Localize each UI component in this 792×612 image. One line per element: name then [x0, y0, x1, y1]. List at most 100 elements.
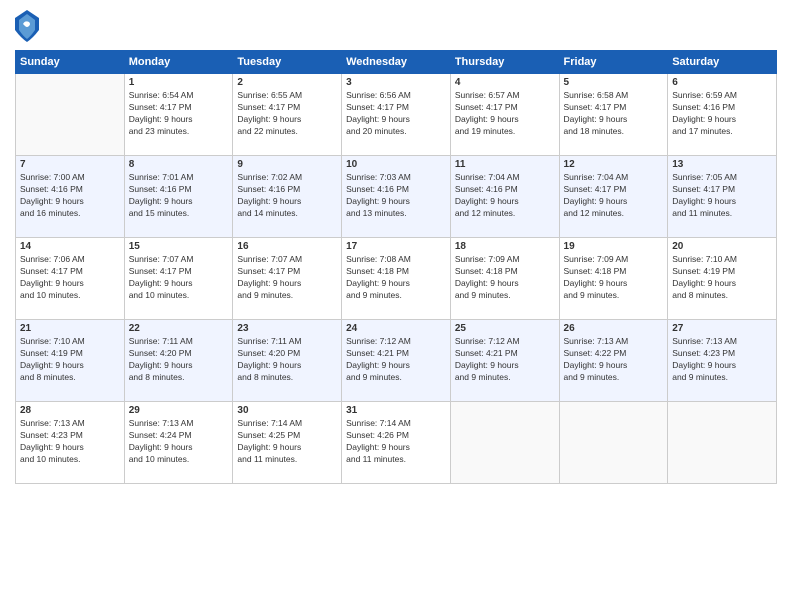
day-cell: 13 Sunrise: 7:05 AMSunset: 4:17 PMDayligh…: [668, 156, 777, 238]
day-number: 21: [20, 323, 120, 334]
day-number: 13: [672, 159, 772, 170]
day-info: Sunrise: 7:06 AMSunset: 4:17 PMDaylight:…: [20, 254, 120, 302]
day-cell: [559, 402, 668, 484]
day-info: Sunrise: 6:56 AMSunset: 4:17 PMDaylight:…: [346, 90, 446, 138]
weekday-header-friday: Friday: [559, 51, 668, 74]
day-cell: 8 Sunrise: 7:01 AMSunset: 4:16 PMDaylight…: [124, 156, 233, 238]
day-info: Sunrise: 7:01 AMSunset: 4:16 PMDaylight:…: [129, 172, 229, 220]
day-cell: 11Sunrise: 7:04 AMSunset: 4:16 PMDayligh…: [450, 156, 559, 238]
day-number: 5: [564, 77, 664, 88]
day-info: Sunrise: 7:11 AMSunset: 4:20 PMDaylight:…: [129, 336, 229, 384]
day-cell: 2Sunrise: 6:55 AMSunset: 4:17 PMDaylight…: [233, 74, 342, 156]
day-info: Sunrise: 7:14 AMSunset: 4:25 PMDaylight:…: [237, 418, 337, 466]
day-info: Sunrise: 7:09 AMSunset: 4:18 PMDaylight:…: [564, 254, 664, 302]
day-number: 10: [346, 159, 446, 170]
day-info: Sunrise: 7:10 AMSunset: 4:19 PMDaylight:…: [672, 254, 772, 302]
day-number: 18: [455, 241, 555, 252]
day-cell: 7Sunrise: 7:00 AMSunset: 4:16 PMDaylight…: [16, 156, 125, 238]
day-info: Sunrise: 6:54 AMSunset: 4:17 PMDaylight:…: [129, 90, 229, 138]
day-cell: 23 Sunrise: 7:11 AMSunset: 4:20 PMDayligh…: [233, 320, 342, 402]
day-cell: 9Sunrise: 7:02 AMSunset: 4:16 PMDaylight…: [233, 156, 342, 238]
day-info: Sunrise: 7:02 AMSunset: 4:16 PMDaylight:…: [237, 172, 337, 220]
day-cell: 30Sunrise: 7:14 AMSunset: 4:25 PMDayligh…: [233, 402, 342, 484]
day-cell: 20 Sunrise: 7:10 AMSunset: 4:19 PMDayligh…: [668, 238, 777, 320]
day-info: Sunrise: 7:13 AMSunset: 4:24 PMDaylight:…: [129, 418, 229, 466]
day-number: 8: [129, 159, 229, 170]
calendar-table: SundayMondayTuesdayWednesdayThursdayFrid…: [15, 50, 777, 484]
day-info: Sunrise: 7:07 AMSunset: 4:17 PMDaylight:…: [129, 254, 229, 302]
day-info: Sunrise: 7:12 AMSunset: 4:21 PMDaylight:…: [346, 336, 446, 384]
day-number: 12: [564, 159, 664, 170]
day-number: 23: [237, 323, 337, 334]
day-info: Sunrise: 7:05 AMSunset: 4:17 PMDaylight:…: [672, 172, 772, 220]
page: SundayMondayTuesdayWednesdayThursdayFrid…: [0, 0, 792, 612]
day-number: 20: [672, 241, 772, 252]
day-number: 15: [129, 241, 229, 252]
day-cell: [16, 74, 125, 156]
day-number: 6: [672, 77, 772, 88]
day-info: Sunrise: 7:10 AMSunset: 4:19 PMDaylight:…: [20, 336, 120, 384]
logo-icon: [15, 10, 39, 42]
day-number: 19: [564, 241, 664, 252]
weekday-header-wednesday: Wednesday: [342, 51, 451, 74]
day-cell: 5 Sunrise: 6:58 AMSunset: 4:17 PMDaylight…: [559, 74, 668, 156]
day-number: 3: [346, 77, 446, 88]
day-cell: 26Sunrise: 7:13 AMSunset: 4:22 PMDayligh…: [559, 320, 668, 402]
day-number: 1: [129, 77, 229, 88]
day-info: Sunrise: 6:57 AMSunset: 4:17 PMDaylight:…: [455, 90, 555, 138]
day-number: 16: [237, 241, 337, 252]
day-cell: 19 Sunrise: 7:09 AMSunset: 4:18 PMDayligh…: [559, 238, 668, 320]
day-number: 22: [129, 323, 229, 334]
day-info: Sunrise: 7:13 AMSunset: 4:23 PMDaylight:…: [20, 418, 120, 466]
day-info: Sunrise: 7:07 AMSunset: 4:17 PMDaylight:…: [237, 254, 337, 302]
week-row-3: 14 Sunrise: 7:06 AMSunset: 4:17 PMDayligh…: [16, 238, 777, 320]
day-cell: [668, 402, 777, 484]
day-cell: [450, 402, 559, 484]
day-number: 4: [455, 77, 555, 88]
day-info: Sunrise: 7:04 AMSunset: 4:16 PMDaylight:…: [455, 172, 555, 220]
logo: [15, 10, 39, 42]
day-number: 17: [346, 241, 446, 252]
day-info: Sunrise: 7:04 AMSunset: 4:17 PMDaylight:…: [564, 172, 664, 220]
day-cell: 6 Sunrise: 6:59 AMSunset: 4:16 PMDaylight…: [668, 74, 777, 156]
day-cell: 16 Sunrise: 7:07 AMSunset: 4:17 PMDayligh…: [233, 238, 342, 320]
day-info: Sunrise: 7:03 AMSunset: 4:16 PMDaylight:…: [346, 172, 446, 220]
day-cell: 21 Sunrise: 7:10 AMSunset: 4:19 PMDayligh…: [16, 320, 125, 402]
day-cell: 14 Sunrise: 7:06 AMSunset: 4:17 PMDayligh…: [16, 238, 125, 320]
day-number: 25: [455, 323, 555, 334]
day-cell: 25Sunrise: 7:12 AMSunset: 4:21 PMDayligh…: [450, 320, 559, 402]
day-info: Sunrise: 7:14 AMSunset: 4:26 PMDaylight:…: [346, 418, 446, 466]
day-number: 24: [346, 323, 446, 334]
day-info: Sunrise: 7:09 AMSunset: 4:18 PMDaylight:…: [455, 254, 555, 302]
day-number: 14: [20, 241, 120, 252]
weekday-header-sunday: Sunday: [16, 51, 125, 74]
day-cell: 22 Sunrise: 7:11 AMSunset: 4:20 PMDayligh…: [124, 320, 233, 402]
day-info: Sunrise: 7:11 AMSunset: 4:20 PMDaylight:…: [237, 336, 337, 384]
header: [15, 10, 777, 42]
day-cell: 10 Sunrise: 7:03 AMSunset: 4:16 PMDayligh…: [342, 156, 451, 238]
day-cell: 18 Sunrise: 7:09 AMSunset: 4:18 PMDayligh…: [450, 238, 559, 320]
day-cell: 3 Sunrise: 6:56 AMSunset: 4:17 PMDaylight…: [342, 74, 451, 156]
weekday-header-row: SundayMondayTuesdayWednesdayThursdayFrid…: [16, 51, 777, 74]
day-info: Sunrise: 7:00 AMSunset: 4:16 PMDaylight:…: [20, 172, 120, 220]
day-cell: 12 Sunrise: 7:04 AMSunset: 4:17 PMDayligh…: [559, 156, 668, 238]
day-number: 27: [672, 323, 772, 334]
day-cell: 4 Sunrise: 6:57 AMSunset: 4:17 PMDaylight…: [450, 74, 559, 156]
day-cell: 1 Sunrise: 6:54 AMSunset: 4:17 PMDaylight…: [124, 74, 233, 156]
week-row-4: 21 Sunrise: 7:10 AMSunset: 4:19 PMDayligh…: [16, 320, 777, 402]
day-info: Sunrise: 7:08 AMSunset: 4:18 PMDaylight:…: [346, 254, 446, 302]
week-row-5: 28 Sunrise: 7:13 AMSunset: 4:23 PMDayligh…: [16, 402, 777, 484]
week-row-2: 7Sunrise: 7:00 AMSunset: 4:16 PMDaylight…: [16, 156, 777, 238]
day-info: Sunrise: 7:13 AMSunset: 4:22 PMDaylight:…: [564, 336, 664, 384]
weekday-header-saturday: Saturday: [668, 51, 777, 74]
day-cell: 15 Sunrise: 7:07 AMSunset: 4:17 PMDayligh…: [124, 238, 233, 320]
day-number: 28: [20, 405, 120, 416]
day-info: Sunrise: 6:58 AMSunset: 4:17 PMDaylight:…: [564, 90, 664, 138]
week-row-1: 1 Sunrise: 6:54 AMSunset: 4:17 PMDaylight…: [16, 74, 777, 156]
day-cell: 28 Sunrise: 7:13 AMSunset: 4:23 PMDayligh…: [16, 402, 125, 484]
day-cell: 31Sunrise: 7:14 AMSunset: 4:26 PMDayligh…: [342, 402, 451, 484]
day-info: Sunrise: 6:59 AMSunset: 4:16 PMDaylight:…: [672, 90, 772, 138]
day-number: 2: [237, 77, 337, 88]
day-number: 29: [129, 405, 229, 416]
day-info: Sunrise: 7:13 AMSunset: 4:23 PMDaylight:…: [672, 336, 772, 384]
